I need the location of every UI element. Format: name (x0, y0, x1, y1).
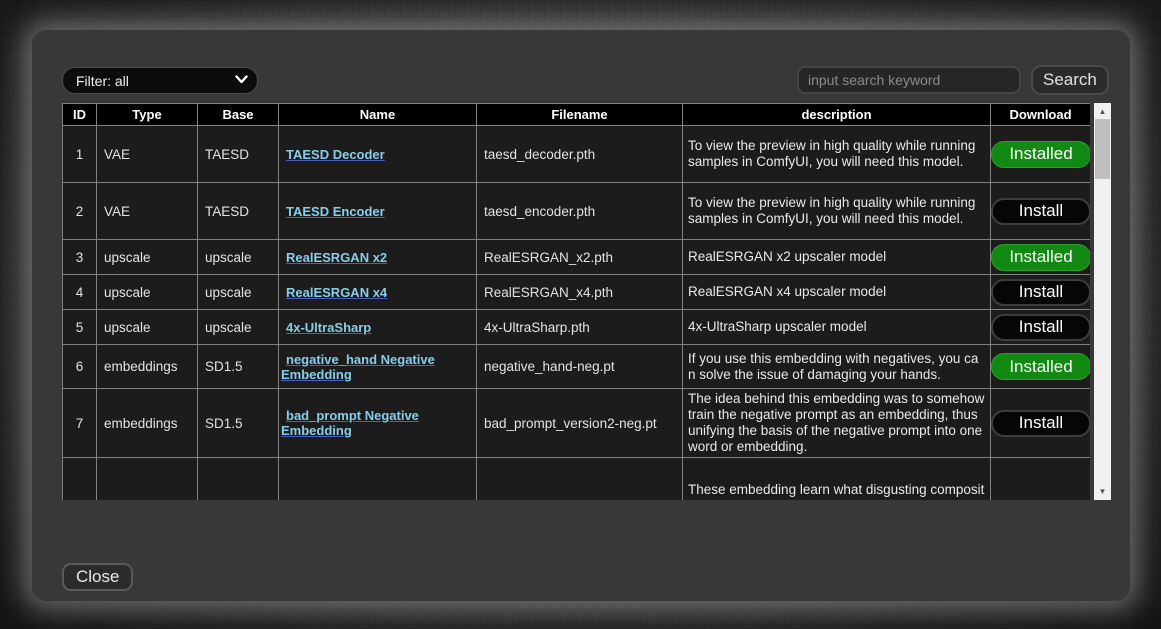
cell-filename: RealESRGAN_x2.pth (477, 240, 683, 275)
cell-description: To view the preview in high quality whil… (683, 126, 991, 183)
cell-filename: 4x-UltraSharp.pth (477, 310, 683, 345)
model-name-link[interactable]: TAESD Decoder (286, 147, 385, 162)
cell-description: To view the preview in high quality whil… (683, 183, 991, 240)
table-row: 3 upscale upscale RealESRGAN x2 RealESRG… (63, 240, 1091, 275)
install-button[interactable]: Install (991, 198, 1090, 225)
cell-filename: taesd_decoder.pth (477, 126, 683, 183)
cell-type: upscale (97, 240, 198, 275)
cell-base: SD1.5 (198, 389, 279, 458)
table-row: 1 VAE TAESD TAESD Decoder taesd_decoder.… (63, 126, 1091, 183)
cell-id (63, 458, 97, 501)
model-name-link[interactable]: negative_hand Negative Embedding (281, 352, 435, 382)
cell-description: 4x-UltraSharp upscaler model (683, 310, 991, 345)
table-row: 5 upscale upscale 4x-UltraSharp 4x-Ultra… (63, 310, 1091, 345)
header-base: Base (198, 104, 279, 126)
cell-description: RealESRGAN x2 upscaler model (683, 240, 991, 275)
cell-type: VAE (97, 126, 198, 183)
cell-filename: negative_hand-neg.pt (477, 345, 683, 389)
cell-type: upscale (97, 310, 198, 345)
header-download: Download (991, 104, 1091, 126)
models-table: ID Type Base Name Filename description D… (62, 103, 1090, 500)
cell-base: TAESD (198, 126, 279, 183)
header-id: ID (63, 104, 97, 126)
cell-base: upscale (198, 240, 279, 275)
cell-id: 1 (63, 126, 97, 183)
table-row: 7 embeddings SD1.5 bad_prompt Negative E… (63, 389, 1091, 458)
install-button[interactable]: Installed (991, 141, 1090, 168)
cell-filename (477, 458, 683, 501)
scroll-up-icon[interactable]: ▲ (1094, 104, 1111, 119)
cell-id: 7 (63, 389, 97, 458)
cell-id: 4 (63, 275, 97, 310)
cell-type (97, 458, 198, 501)
table-row: 2 VAE TAESD TAESD Encoder taesd_encoder.… (63, 183, 1091, 240)
model-name-link[interactable]: TAESD Encoder (286, 204, 385, 219)
header-filename: Filename (477, 104, 683, 126)
cell-filename: bad_prompt_version2-neg.pt (477, 389, 683, 458)
cell-base: upscale (198, 310, 279, 345)
header-name: Name (279, 104, 477, 126)
cell-description: These embedding learn what disgusting co… (683, 458, 991, 501)
install-button[interactable]: Installed (991, 244, 1090, 271)
cell-id: 2 (63, 183, 97, 240)
cell-type: embeddings (97, 345, 198, 389)
scrollbar-thumb[interactable] (1095, 119, 1110, 179)
close-button[interactable]: Close (62, 563, 133, 591)
cell-description: If you use this embedding with negatives… (683, 345, 991, 389)
table-header-row: ID Type Base Name Filename description D… (63, 104, 1091, 126)
cell-base: upscale (198, 275, 279, 310)
scroll-down-icon[interactable]: ▼ (1094, 484, 1111, 499)
cell-type: embeddings (97, 389, 198, 458)
install-button[interactable]: Install (991, 314, 1090, 341)
cell-base: SD1.5 (198, 345, 279, 389)
cell-base: TAESD (198, 183, 279, 240)
table-row: 4 upscale upscale RealESRGAN x4 RealESRG… (63, 275, 1091, 310)
install-button[interactable]: Install (991, 410, 1090, 437)
install-button[interactable]: Installed (991, 353, 1090, 380)
cell-base (198, 458, 279, 501)
model-name-link[interactable]: bad_prompt Negative Embedding (281, 408, 419, 438)
cell-description: The idea behind this embedding was to so… (683, 389, 991, 458)
cell-id: 6 (63, 345, 97, 389)
cell-type: VAE (97, 183, 198, 240)
models-table-wrap: ID Type Base Name Filename description D… (62, 103, 1090, 500)
search-input[interactable] (797, 66, 1021, 94)
cell-filename: taesd_encoder.pth (477, 183, 683, 240)
cell-filename: RealESRGAN_x4.pth (477, 275, 683, 310)
cell-id: 5 (63, 310, 97, 345)
filter-select[interactable]: Filter: all (62, 67, 258, 94)
cell-description: RealESRGAN x4 upscaler model (683, 275, 991, 310)
table-row: These embedding learn what disgusting co… (63, 458, 1091, 501)
search-button[interactable]: Search (1031, 65, 1109, 95)
model-name-link[interactable]: RealESRGAN x4 (286, 285, 387, 300)
table-row: 6 embeddings SD1.5 negative_hand Negativ… (63, 345, 1091, 389)
table-scrollbar[interactable]: ▲ ▼ (1094, 103, 1111, 500)
header-type: Type (97, 104, 198, 126)
model-name-link[interactable]: RealESRGAN x2 (286, 250, 387, 265)
install-button[interactable]: Install (991, 279, 1090, 306)
install-models-dialog: Filter: all Search ID Type Base Name Fil… (32, 30, 1130, 601)
model-name-link[interactable]: 4x-UltraSharp (286, 320, 371, 335)
cell-id: 3 (63, 240, 97, 275)
header-description: description (683, 104, 991, 126)
cell-type: upscale (97, 275, 198, 310)
